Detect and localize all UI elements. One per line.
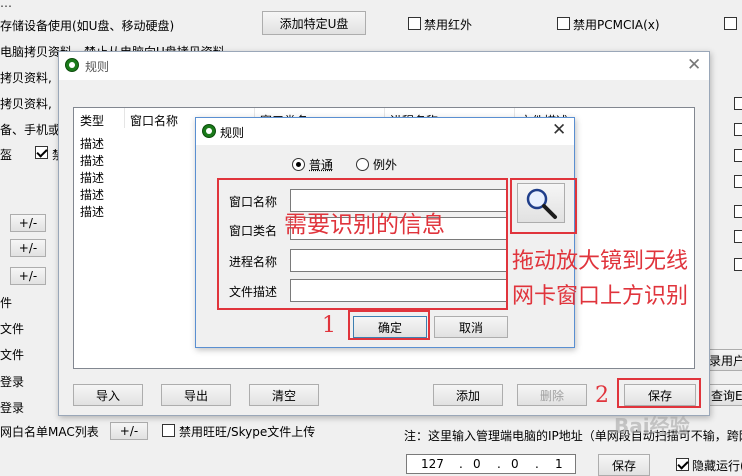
bg-item-3: 文件 bbox=[0, 348, 25, 362]
add-specific-usb-button[interactable]: 添加特定U盘 bbox=[262, 11, 366, 35]
rules-window-titlebar: 规则 ✕ bbox=[59, 52, 709, 80]
list-item[interactable]: 描述 bbox=[80, 203, 104, 220]
bg-cutoff-line: … bbox=[0, 0, 12, 10]
app-icon bbox=[202, 124, 216, 138]
wangwang-checkbox[interactable] bbox=[162, 424, 175, 437]
export-button[interactable]: 导出 bbox=[161, 384, 231, 406]
close-icon[interactable]: ✕ bbox=[687, 57, 701, 74]
bg-line-copy-1: 拷贝资料, bbox=[0, 71, 52, 85]
annotation-save-box bbox=[617, 378, 701, 408]
wangwang-checkbox-label: 禁用旺旺/Skype文件上传 bbox=[179, 425, 316, 439]
column-header-window-name[interactable]: 窗口名称 bbox=[130, 112, 178, 129]
annotation-step-2: 2 bbox=[595, 383, 609, 408]
pcmcia-checkbox[interactable] bbox=[557, 17, 570, 30]
bg-forbid-checkbox[interactable] bbox=[35, 146, 48, 159]
watermark: Bai经验 bbox=[614, 414, 690, 438]
column-header-type[interactable]: 类型 bbox=[80, 112, 104, 129]
right-edge-cb-1[interactable] bbox=[734, 97, 742, 110]
bg-item-1: 件 bbox=[0, 296, 13, 310]
bg-line-copy-2: 拷贝资料, bbox=[0, 97, 52, 111]
admin-ip-input[interactable]: 127 . 0 . 0 . 1 bbox=[406, 454, 576, 474]
right-edge-cb-3[interactable] bbox=[734, 149, 742, 162]
import-button[interactable]: 导入 bbox=[73, 384, 143, 406]
radio-normal-label[interactable]: 普通 bbox=[309, 156, 333, 173]
annotation-fields-box bbox=[217, 178, 508, 310]
list-item[interactable]: 描述 bbox=[80, 169, 104, 186]
right-edge-cb-4[interactable] bbox=[734, 175, 742, 188]
right-edge-cb-7[interactable] bbox=[734, 258, 742, 271]
right-edge-cb-2[interactable] bbox=[734, 123, 742, 136]
rule-dialog-title: 规则 bbox=[220, 126, 245, 140]
wifi-whitelist-button[interactable]: +/- bbox=[110, 422, 148, 440]
cancel-button[interactable]: 取消 bbox=[434, 316, 508, 338]
annotation-step-1: 1 bbox=[322, 313, 336, 338]
query-button[interactable]: 查询E bbox=[706, 384, 742, 406]
hide-run-label: 隐藏运行( bbox=[692, 459, 742, 473]
add-button[interactable]: 添加 bbox=[433, 384, 503, 406]
infrared-label: 禁用红外 bbox=[424, 18, 473, 32]
list-item[interactable]: 描述 bbox=[80, 135, 104, 152]
infrared-checkbox[interactable] bbox=[408, 17, 421, 30]
list-item[interactable]: 描述 bbox=[80, 186, 104, 203]
radio-exception-label[interactable]: 例外 bbox=[373, 156, 397, 173]
annotation-info-text: 需要识别的信息 bbox=[284, 212, 445, 238]
close-icon[interactable]: ✕ bbox=[552, 122, 566, 139]
list-item[interactable]: 描述 bbox=[80, 152, 104, 169]
wifi-whitelist-label: 网白名单MAC列表 bbox=[0, 425, 99, 439]
app-icon bbox=[65, 58, 79, 72]
clear-button[interactable]: 清空 bbox=[249, 384, 319, 406]
annotation-magnifier-box bbox=[510, 178, 577, 234]
bg-item-2: 文件 bbox=[0, 322, 25, 336]
hide-run-checkbox[interactable] bbox=[676, 458, 689, 471]
column-divider bbox=[124, 108, 125, 128]
bg-item-4: 登录 bbox=[0, 375, 25, 389]
radio-exception[interactable] bbox=[356, 158, 369, 171]
bg-save-button[interactable]: 保存 bbox=[598, 454, 650, 476]
right-edge-cb-5[interactable] bbox=[734, 205, 742, 218]
annotation-ok-box bbox=[348, 310, 430, 340]
annotation-drag-line2: 网卡窗口上方识别 bbox=[512, 284, 689, 309]
pcmcia-label: 禁用PCMCIA(x) bbox=[573, 18, 660, 32]
annotation-drag-line1: 拖动放大镜到无线 bbox=[512, 249, 689, 274]
rules-window-title: 规则 bbox=[85, 60, 110, 74]
radio-normal[interactable] bbox=[292, 158, 305, 171]
bg-item-5: 登录 bbox=[0, 401, 25, 415]
bg-line-storage: 存储设备使用(如U盘、移动硬盘) bbox=[0, 19, 175, 33]
rule-dialog-titlebar: 规则 ✕ bbox=[196, 118, 574, 145]
bg-line-short: 盔 bbox=[0, 148, 13, 162]
right-edge-checkbox[interactable] bbox=[724, 17, 737, 30]
right-edge-cb-6[interactable] bbox=[734, 230, 742, 243]
admin-ip-note: 注：这里输入管理端电脑的IP地址（单网段自动扫描可不输，跨网 bbox=[404, 429, 742, 443]
pm-button-3[interactable]: +/- bbox=[10, 267, 46, 285]
pm-button-2[interactable]: +/- bbox=[10, 239, 46, 257]
pm-button-1[interactable]: +/- bbox=[10, 214, 46, 232]
delete-button[interactable]: 删除 bbox=[517, 384, 587, 406]
